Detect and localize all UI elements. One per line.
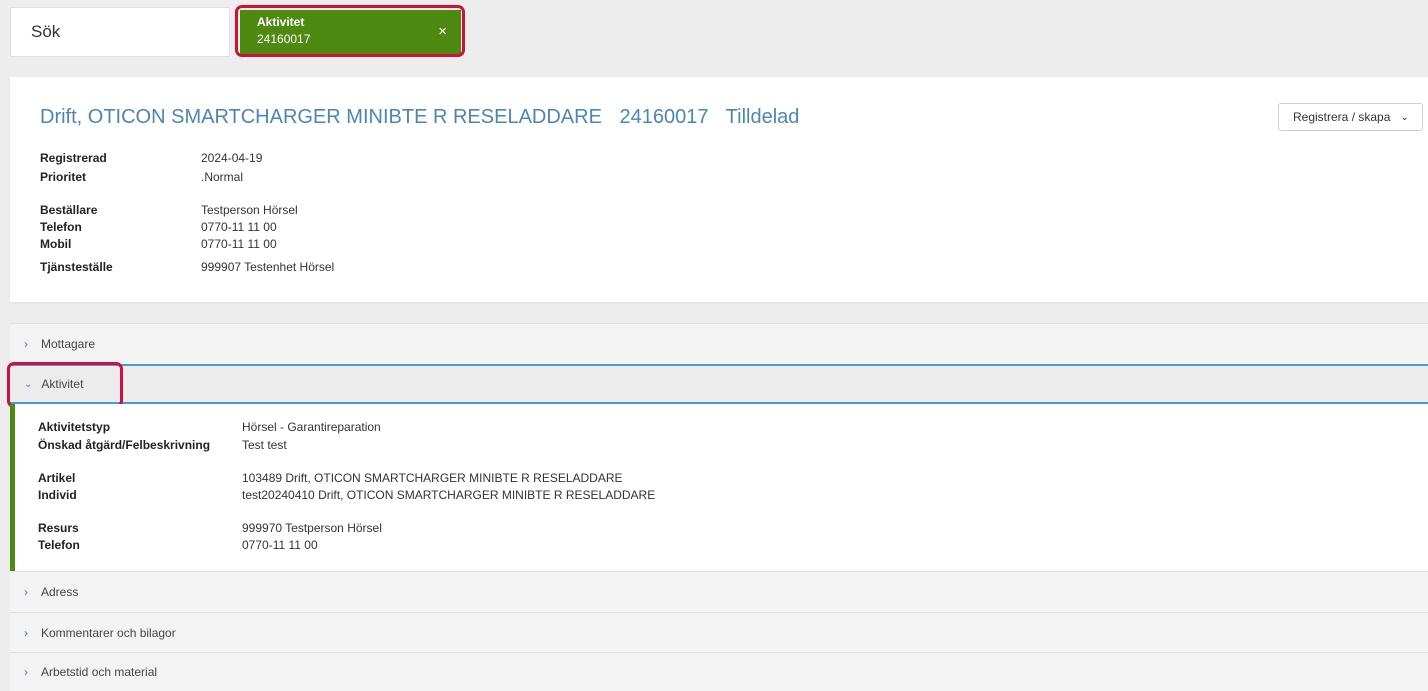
field-label: Tjänsteställe [40, 260, 113, 274]
chevron-right-icon: › [24, 337, 28, 351]
detail-value: 103489 Drift, OTICON SMARTCHARGER MINIBT… [242, 471, 623, 485]
chevron-right-icon: › [24, 625, 28, 640]
detail-value: Hörsel - Garantireparation [242, 420, 381, 434]
field-value: 0770-11 11 00 [201, 237, 277, 251]
page-title-product: Drift, OTICON SMARTCHARGER MINIBTE R RES… [40, 106, 602, 128]
field-label: Mobil [40, 237, 72, 251]
activity-header-card: Drift, OTICON SMARTCHARGER MINIBTE R RES… [10, 77, 1428, 302]
tab-aktivitet-title: Aktivitet [257, 15, 305, 29]
chevron-right-icon: › [24, 665, 28, 679]
close-icon[interactable]: × [438, 23, 447, 40]
page-title: Drift, OTICON SMARTCHARGER MINIBTE R RES… [40, 106, 811, 129]
detail-label: Resurs [38, 521, 79, 535]
section-aktivitet[interactable]: ⌄ Aktivitet [10, 364, 1428, 404]
field-value: 999907 Testenhet Hörsel [201, 260, 335, 274]
section-arbetstid[interactable]: › Arbetstid och material [10, 652, 1428, 691]
section-adress-label: Adress [41, 585, 79, 599]
detail-label: Önskad åtgärd/Felbeskrivning [38, 438, 211, 452]
section-adress[interactable]: › Adress [10, 571, 1428, 612]
register-create-button[interactable]: Registrera / skapa ⌄ [1278, 103, 1423, 131]
section-kommentarer-label: Kommentarer och bilagor [41, 625, 176, 640]
tab-search-label: Sök [31, 22, 61, 41]
field-label: Beställare [40, 203, 98, 217]
section-mottagare[interactable]: › Mottagare [10, 323, 1428, 364]
register-create-label: Registrera / skapa [1293, 110, 1391, 124]
page-title-number: 24160017 [619, 106, 709, 128]
aktivitet-details: Aktivitetstyp Hörsel - Garantireparation… [10, 404, 1428, 571]
field-value: Testperson Hörsel [201, 203, 298, 217]
field-value: 0770-11 11 00 [201, 220, 277, 234]
detail-value: test20240410 Drift, OTICON SMARTCHARGER … [242, 488, 656, 502]
section-aktivitet-label: Aktivitet [41, 377, 84, 391]
field-label: Registrerad [40, 151, 107, 165]
chevron-down-icon: ⌄ [24, 378, 33, 390]
section-mottagare-label: Mottagare [41, 337, 96, 351]
field-value: 2024-04-19 [201, 151, 263, 165]
detail-value: Test test [242, 438, 287, 452]
chevron-down-icon: ⌄ [1400, 111, 1409, 123]
page-title-status: Tilldelad [725, 106, 800, 128]
detail-label: Individ [38, 488, 77, 502]
detail-label: Artikel [38, 471, 76, 485]
detail-label: Telefon [38, 538, 80, 552]
section-arbetstid-label: Arbetstid och material [41, 665, 158, 679]
tab-strip: Sök Aktivitet 24160017 × [0, 0, 1428, 76]
tab-aktivitet-number: 24160017 [257, 32, 311, 46]
field-label: Telefon [40, 220, 82, 234]
tab-aktivitet[interactable]: Aktivitet 24160017 × [240, 10, 461, 54]
detail-label: Aktivitetstyp [38, 420, 111, 434]
section-kommentarer[interactable]: › Kommentarer och bilagor [10, 612, 1428, 652]
detail-value: 999970 Testperson Hörsel [242, 521, 382, 535]
field-label: Prioritet [40, 170, 87, 184]
chevron-right-icon: › [24, 585, 28, 599]
field-value: .Normal [201, 170, 244, 184]
tab-search[interactable]: Sök [10, 7, 230, 57]
detail-value: 0770-11 11 00 [242, 538, 318, 552]
